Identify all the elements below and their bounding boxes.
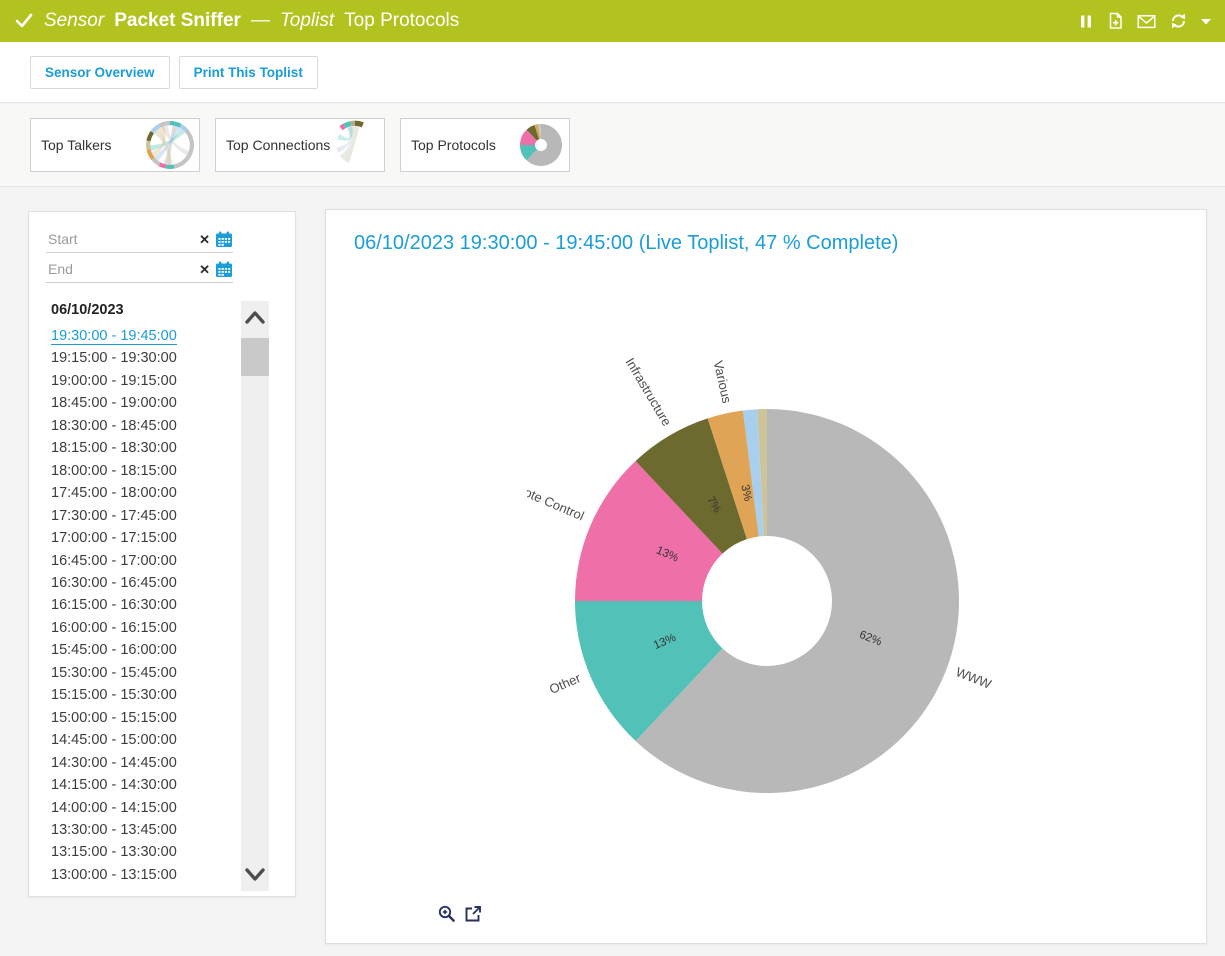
pause-icon[interactable] bbox=[1079, 13, 1094, 30]
chord-diagram-icon bbox=[145, 120, 195, 170]
header-bar: Sensor Packet Sniffer — Toplist Top Prot… bbox=[0, 0, 1225, 42]
chart-footer-actions bbox=[438, 905, 482, 923]
time-range-item[interactable]: 15:45:00 - 16:00:00 bbox=[51, 639, 236, 661]
period-list: 19:30:00 - 19:45:0019:15:00 - 19:30:0019… bbox=[51, 325, 236, 886]
scroll-down-icon[interactable] bbox=[241, 859, 269, 891]
toolbar: Sensor Overview Print This Toplist bbox=[0, 42, 1225, 103]
pie-slice-label: Various bbox=[711, 359, 735, 405]
time-range-item[interactable]: 14:15:00 - 14:30:00 bbox=[51, 774, 236, 796]
time-range-item[interactable]: 15:30:00 - 15:45:00 bbox=[51, 662, 236, 684]
refresh-caret-down-icon[interactable] bbox=[1201, 18, 1211, 25]
print-toplist-button[interactable]: Print This Toplist bbox=[179, 56, 318, 89]
time-range-item[interactable]: 15:00:00 - 15:15:00 bbox=[51, 707, 236, 729]
time-range-item[interactable]: 18:45:00 - 19:00:00 bbox=[51, 392, 236, 414]
pie-slice-label: Infrastructure bbox=[623, 355, 675, 429]
tab-label: Top Connections bbox=[226, 137, 330, 153]
toplist-chart-panel: 06/10/2023 19:30:00 - 19:45:00 (Live Top… bbox=[325, 209, 1207, 944]
prtg-toplist-page: Sensor Packet Sniffer — Toplist Top Prot… bbox=[0, 0, 1225, 956]
time-range-item[interactable]: 19:00:00 - 19:15:00 bbox=[51, 370, 236, 392]
time-range-item[interactable]: 14:00:00 - 14:15:00 bbox=[51, 797, 236, 819]
pie-slice-label: Remote Control bbox=[527, 474, 586, 524]
scrollbar[interactable] bbox=[241, 301, 269, 891]
start-date-input[interactable] bbox=[46, 230, 194, 248]
time-range-item[interactable]: 18:00:00 - 18:15:00 bbox=[51, 460, 236, 482]
clear-start-icon[interactable]: ✕ bbox=[199, 233, 210, 246]
email-icon[interactable] bbox=[1137, 14, 1156, 29]
clear-end-icon[interactable]: ✕ bbox=[199, 263, 210, 276]
refresh-icon[interactable] bbox=[1169, 12, 1188, 30]
open-external-icon[interactable] bbox=[464, 905, 482, 923]
breadcrumb: Sensor Packet Sniffer — Toplist Top Prot… bbox=[14, 10, 459, 32]
time-range-item[interactable]: 17:30:00 - 17:45:00 bbox=[51, 505, 236, 527]
calendar-icon[interactable] bbox=[215, 261, 233, 278]
top-protocols-donut-chart: 62%WWW13%Other13%Remote Control7%Infrast… bbox=[527, 339, 1007, 819]
date-header: 06/10/2023 bbox=[51, 302, 124, 318]
period-sidebar: ✕ ✕ bbox=[28, 211, 296, 897]
scroll-up-icon[interactable] bbox=[241, 301, 269, 333]
time-range-item[interactable]: 13:30:00 - 13:45:00 bbox=[51, 819, 236, 841]
breadcrumb-type: Sensor bbox=[44, 10, 104, 32]
time-range-item[interactable]: 13:00:00 - 13:15:00 bbox=[51, 864, 236, 886]
pie-slice-label: Other bbox=[547, 670, 583, 697]
calendar-icon[interactable] bbox=[215, 231, 233, 248]
chord-diagram-icon bbox=[330, 120, 380, 170]
time-range-item[interactable]: 17:45:00 - 18:00:00 bbox=[51, 482, 236, 504]
chart-title: 06/10/2023 19:30:00 - 19:45:00 (Live Top… bbox=[354, 232, 898, 255]
time-range-item[interactable]: 18:15:00 - 18:30:00 bbox=[51, 437, 236, 459]
status-check-icon bbox=[14, 11, 34, 31]
scrollbar-thumb[interactable] bbox=[241, 338, 269, 376]
section-type: Toplist bbox=[280, 10, 334, 32]
header-actions bbox=[1079, 12, 1211, 30]
donut-chart-icon bbox=[517, 121, 565, 169]
time-range-item[interactable]: 14:30:00 - 14:45:00 bbox=[51, 752, 236, 774]
tab-label: Top Protocols bbox=[411, 137, 496, 153]
tab-label: Top Talkers bbox=[41, 137, 112, 153]
pie-slice-label: WWW bbox=[954, 664, 994, 692]
zoom-in-icon[interactable] bbox=[438, 905, 456, 923]
time-range-item[interactable]: 16:45:00 - 17:00:00 bbox=[51, 550, 236, 572]
time-range-item[interactable]: 19:30:00 - 19:45:00 bbox=[51, 325, 236, 347]
time-range-item[interactable]: 14:45:00 - 15:00:00 bbox=[51, 729, 236, 751]
sensor-overview-button[interactable]: Sensor Overview bbox=[30, 56, 170, 89]
time-range-item[interactable]: 13:15:00 - 13:30:00 bbox=[51, 841, 236, 863]
time-range-item[interactable]: 18:30:00 - 18:45:00 bbox=[51, 415, 236, 437]
time-range-item[interactable]: 15:15:00 - 15:30:00 bbox=[51, 684, 236, 706]
end-date-input[interactable] bbox=[46, 260, 194, 278]
time-range-item[interactable]: 16:15:00 - 16:30:00 bbox=[51, 594, 236, 616]
tab-top-talkers[interactable]: Top Talkers bbox=[30, 118, 200, 172]
time-range-item[interactable]: 16:30:00 - 16:45:00 bbox=[51, 572, 236, 594]
start-date-row: ✕ bbox=[46, 226, 233, 253]
add-report-icon[interactable] bbox=[1107, 12, 1124, 30]
end-date-row: ✕ bbox=[46, 256, 233, 283]
tab-top-connections[interactable]: Top Connections bbox=[215, 118, 385, 172]
toplist-name: Top Protocols bbox=[344, 10, 459, 32]
tab-top-protocols[interactable]: Top Protocols bbox=[400, 118, 570, 172]
breadcrumb-separator: — bbox=[251, 10, 270, 32]
time-range-item[interactable]: 19:15:00 - 19:30:00 bbox=[51, 347, 236, 369]
sensor-name-link[interactable]: Packet Sniffer bbox=[114, 10, 241, 32]
time-range-item[interactable]: 16:00:00 - 16:15:00 bbox=[51, 617, 236, 639]
time-range-item[interactable]: 17:00:00 - 17:15:00 bbox=[51, 527, 236, 549]
toplist-tabs: Top Talkers Top Connections Top Protocol… bbox=[0, 104, 1225, 187]
